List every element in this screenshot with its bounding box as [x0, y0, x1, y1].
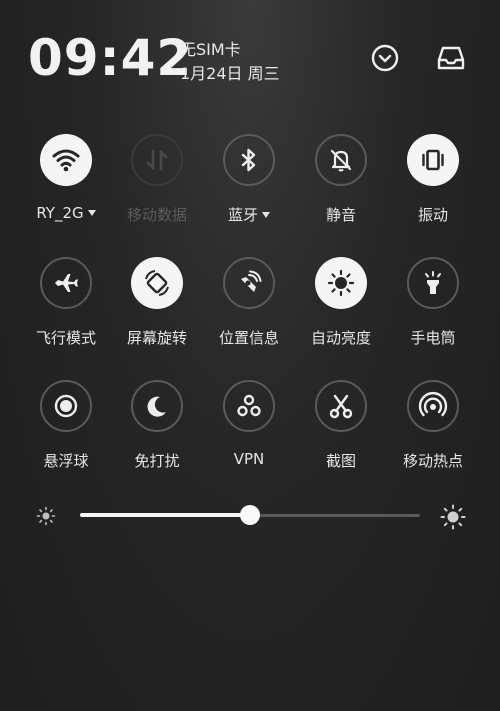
tile-label: 免打扰: [134, 450, 179, 471]
rotate-icon: [142, 268, 172, 298]
mobile-data-icon: [143, 146, 171, 174]
tile-label: 飞行模式: [36, 327, 96, 348]
vibrate-toggle-button[interactable]: [407, 134, 459, 186]
tile-label: 屏幕旋转: [127, 327, 187, 348]
tile-label: 手电筒: [410, 327, 455, 348]
tile-label[interactable]: 蓝牙: [228, 204, 270, 225]
tile-label-text: 蓝牙: [227, 206, 258, 224]
floating-ball-toggle-button[interactable]: [40, 380, 92, 432]
tile-label-text: 免打扰: [134, 452, 180, 470]
tile-mobile-data[interactable]: 移动数据: [111, 134, 203, 244]
hotspot-toggle-button[interactable]: [407, 380, 459, 432]
scissors-icon: [327, 392, 355, 420]
bluetooth-toggle-button[interactable]: [223, 134, 275, 186]
tile-wifi[interactable]: RY_2G: [20, 134, 112, 244]
hotspot-icon: [418, 391, 448, 421]
auto-brightness-toggle-button[interactable]: [315, 257, 367, 309]
tile-label-text: 自动亮度: [310, 329, 371, 347]
tile-scissors[interactable]: 截图: [295, 380, 387, 490]
tile-label-text: 移动热点: [402, 452, 463, 470]
tile-label-text: 移动数据: [126, 206, 187, 224]
tile-label: 移动热点: [403, 450, 463, 471]
dropdown-arrow-icon[interactable]: [87, 210, 96, 216]
tile-floating-ball[interactable]: 悬浮球: [20, 380, 112, 490]
bluetooth-icon: [236, 147, 262, 173]
tile-label: 位置信息: [219, 327, 279, 348]
moon-icon: [143, 392, 171, 420]
rotate-toggle-button[interactable]: [131, 257, 183, 309]
tile-bluetooth[interactable]: 蓝牙: [203, 134, 295, 244]
tile-rotate[interactable]: 屏幕旋转: [111, 257, 203, 367]
tile-label: 静音: [326, 204, 356, 225]
tile-label-text: 位置信息: [218, 329, 279, 347]
tile-label: 截图: [326, 450, 356, 471]
airplane-icon: [52, 269, 80, 297]
tile-auto-brightness[interactable]: 自动亮度: [295, 257, 387, 367]
tile-moon[interactable]: 免打扰: [111, 380, 203, 490]
wifi-toggle-button[interactable]: [40, 134, 92, 186]
floating-ball-icon: [52, 392, 80, 420]
tile-vpn[interactable]: VPN: [203, 380, 295, 490]
tile-label-text: 静音: [325, 206, 356, 224]
scissors-toggle-button[interactable]: [315, 380, 367, 432]
tile-label: VPN: [234, 450, 265, 468]
brightness-knob[interactable]: [240, 505, 260, 525]
mobile-data-toggle-button[interactable]: [131, 134, 183, 186]
tile-label: 振动: [418, 204, 448, 225]
status-header: 09:42 无SIM卡 1月24日 周三: [0, 0, 500, 110]
tile-label-text: RY_2G: [36, 204, 84, 222]
flashlight-icon: [419, 269, 447, 297]
airplane-toggle-button[interactable]: [40, 257, 92, 309]
brightness-slider[interactable]: [0, 500, 500, 532]
tile-label: 自动亮度: [311, 327, 371, 348]
moon-toggle-button[interactable]: [131, 380, 183, 432]
tile-location[interactable]: 位置信息: [203, 257, 295, 367]
tile-label-text: 飞行模式: [35, 329, 96, 347]
wifi-icon: [51, 145, 81, 175]
location-icon: [235, 269, 263, 297]
tile-label: 悬浮球: [43, 450, 88, 471]
brightness-fill: [80, 513, 250, 517]
tile-label-text: 屏幕旋转: [126, 329, 187, 347]
tile-label: 移动数据: [127, 204, 187, 225]
date-text: 1月24日 周三: [180, 64, 280, 83]
brightness-high-icon: [440, 504, 466, 530]
tile-label-text: 截图: [325, 452, 356, 470]
dropdown-arrow-icon[interactable]: [262, 211, 270, 218]
mute-icon: [327, 146, 355, 174]
flashlight-toggle-button[interactable]: [407, 257, 459, 309]
tile-mute[interactable]: 静音: [295, 134, 387, 244]
vibrate-icon: [418, 146, 448, 174]
location-toggle-button[interactable]: [223, 257, 275, 309]
chevron-down-icon: [371, 44, 399, 72]
tile-flashlight[interactable]: 手电筒: [387, 257, 479, 367]
tile-label-text: 振动: [417, 206, 448, 224]
clock-time: 09:42: [28, 29, 193, 87]
tile-hotspot[interactable]: 移动热点: [387, 380, 479, 490]
tile-label[interactable]: RY_2G: [36, 204, 96, 222]
vpn-toggle-button[interactable]: [223, 380, 275, 432]
brightness-low-icon: [36, 506, 56, 526]
vpn-icon: [234, 391, 264, 421]
inbox-icon: [437, 46, 465, 70]
tile-airplane[interactable]: 飞行模式: [20, 257, 112, 367]
tile-label-text: 手电筒: [410, 329, 456, 347]
tile-vibrate[interactable]: 振动: [387, 134, 479, 244]
tile-label-text: 悬浮球: [43, 452, 89, 470]
mute-toggle-button[interactable]: [315, 134, 367, 186]
tile-label-text: VPN: [233, 450, 265, 468]
sim-status: 无SIM卡: [180, 40, 241, 59]
auto-brightness-icon: [326, 268, 356, 298]
expand-button[interactable]: [369, 42, 401, 74]
notification-tray-button[interactable]: [435, 42, 467, 74]
